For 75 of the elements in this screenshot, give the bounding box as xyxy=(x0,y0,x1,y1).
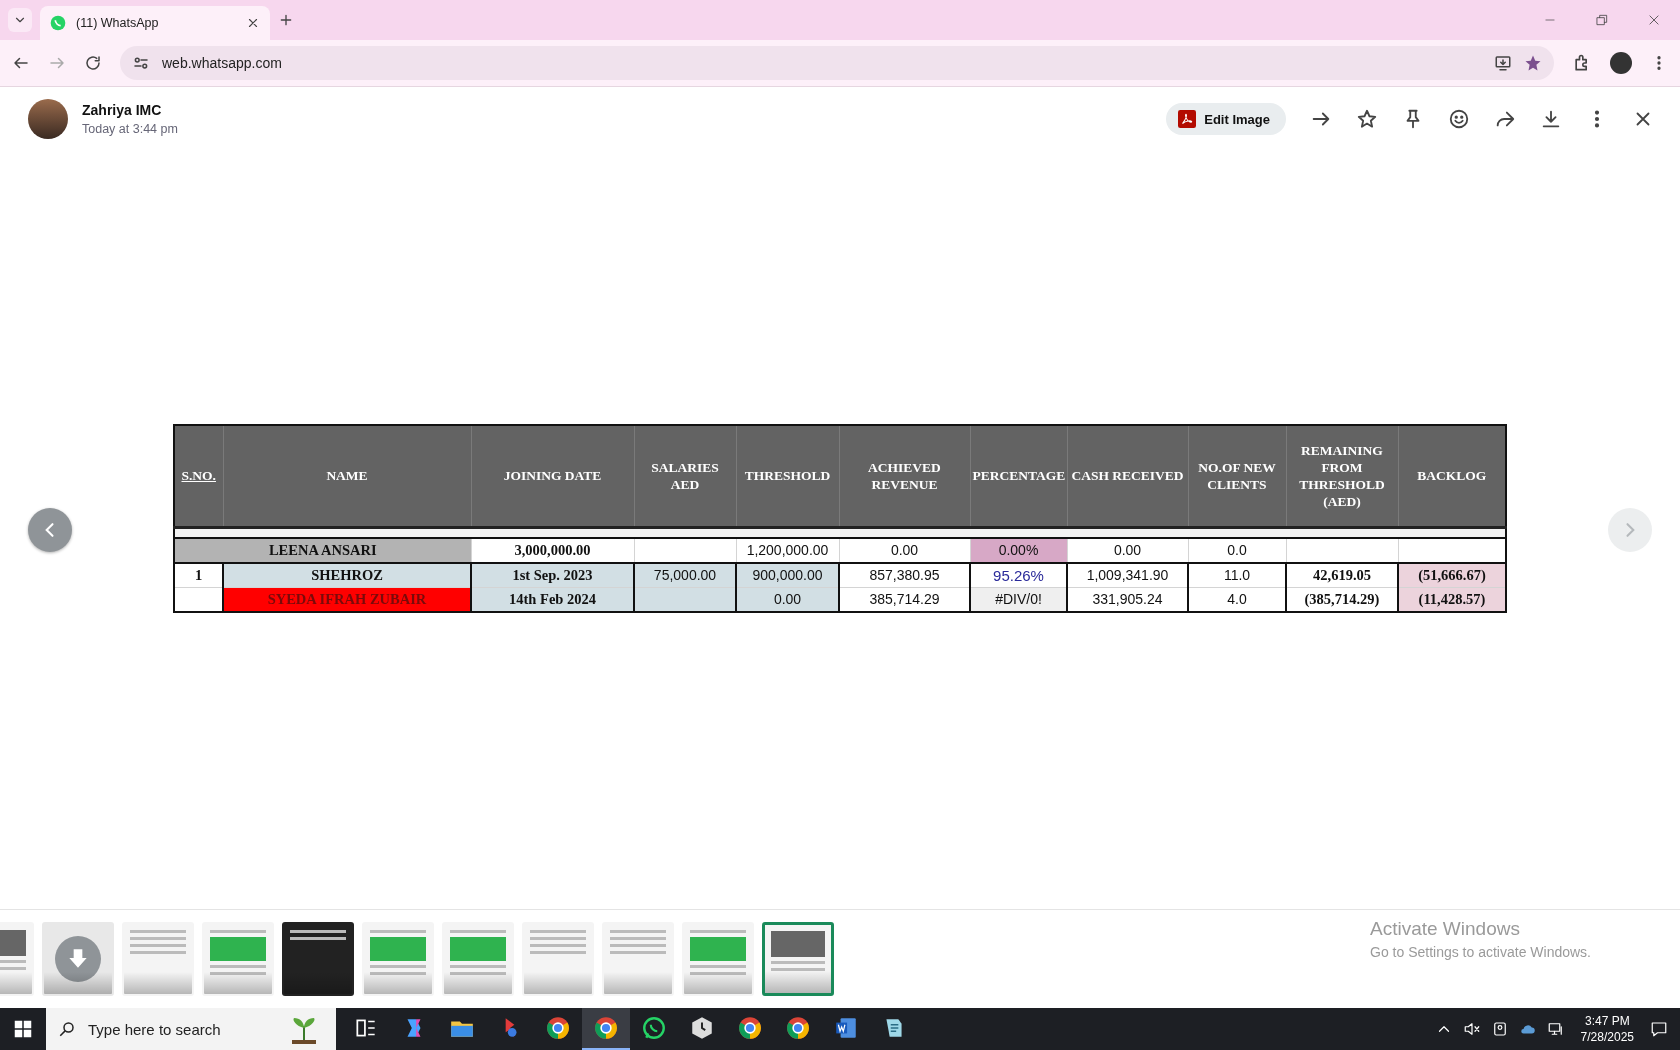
address-bar[interactable]: web.whatsapp.com xyxy=(120,46,1554,80)
sender-name: Zahriya IMC xyxy=(82,102,163,118)
taskbar-app-button[interactable] xyxy=(582,1008,630,1050)
image-thumbnail[interactable] xyxy=(282,922,354,996)
clock-date: 7/28/2025 xyxy=(1580,1029,1634,1045)
watermark-title: Activate Windows xyxy=(1370,918,1521,940)
column-header: PERCENTAGE xyxy=(970,424,1067,527)
chrome-icon xyxy=(593,1015,619,1041)
whatsapp-icon xyxy=(50,15,66,31)
plus-icon[interactable] xyxy=(278,12,294,28)
word-icon xyxy=(833,1015,859,1041)
message-time: Today at 3:44 pm xyxy=(82,122,178,136)
column-header: NO.OF NEW CLIENTS xyxy=(1188,424,1286,527)
watermark-subtitle: Go to Settings to activate Windows. xyxy=(1370,944,1591,960)
tab-search-button[interactable] xyxy=(8,8,32,32)
whatsapp-icon xyxy=(641,1015,667,1041)
image-thumbnail[interactable] xyxy=(122,922,194,996)
reload-icon[interactable] xyxy=(84,54,102,72)
contact-avatar xyxy=(28,99,68,139)
windows-icon xyxy=(14,1020,32,1038)
table-cell: 14th Feb 2024 xyxy=(471,587,634,612)
clock-time: 3:47 PM xyxy=(1584,1013,1630,1029)
network-icon[interactable] xyxy=(1546,1020,1565,1038)
table-cell: 1,009,341.90 xyxy=(1067,562,1188,587)
column-header: JOINING DATE xyxy=(471,424,634,527)
table-cell: #DIV/0! xyxy=(970,587,1067,612)
table-cell: SYEDA IFRAH ZUBAIR xyxy=(223,587,471,612)
column-header: CASH RECEIVED xyxy=(1067,424,1188,527)
table-cell: 900,000.00 xyxy=(736,562,839,587)
previous-button[interactable] xyxy=(28,508,72,552)
profile-avatar[interactable] xyxy=(1610,52,1632,74)
search-icon xyxy=(58,1020,76,1038)
download-icon[interactable] xyxy=(1540,108,1562,130)
table-cell: SHEHROZ xyxy=(223,562,471,587)
image-thumbnail[interactable] xyxy=(602,922,674,996)
column-header: ACHIEVED REVENUE xyxy=(839,424,970,527)
chrome-icon xyxy=(785,1015,811,1041)
taskbar-search-field[interactable]: Type here to search xyxy=(46,1008,336,1050)
column-header: S.NO. xyxy=(174,424,223,527)
star-icon[interactable] xyxy=(1524,54,1542,72)
table-cell: LEENA ANSARI xyxy=(174,537,471,563)
column-header: SALARIES AED xyxy=(634,424,736,527)
table-cell: (51,666.67) xyxy=(1398,562,1506,587)
table-cell: 857,380.95 xyxy=(839,562,970,587)
close-icon[interactable] xyxy=(246,16,260,30)
chrome-icon xyxy=(545,1015,571,1041)
clock-icon xyxy=(689,1015,715,1041)
download-thumbnail[interactable] xyxy=(42,922,114,996)
notification-icon[interactable] xyxy=(1650,1020,1668,1038)
browser-tab[interactable]: (11) WhatsApp xyxy=(40,6,270,40)
site-settings-icon[interactable] xyxy=(132,54,150,72)
speaker-muted-icon[interactable] xyxy=(1462,1020,1481,1038)
image-thumbnail[interactable] xyxy=(362,922,434,996)
edit-image-button[interactable]: Edit Image xyxy=(1166,103,1286,135)
table-cell: 0.00 xyxy=(736,587,839,612)
column-header: THRESHOLD xyxy=(736,424,839,527)
table-cell: 0.00% xyxy=(970,537,1067,563)
table-cell: 75,000.00 xyxy=(634,562,736,587)
star-icon[interactable] xyxy=(1356,108,1378,130)
taskbar-clock[interactable]: 3:47 PM 7/28/2025 xyxy=(1574,1013,1640,1045)
image-thumbnail[interactable] xyxy=(522,922,594,996)
image-thumbnail[interactable] xyxy=(682,922,754,996)
pdf-icon xyxy=(1178,110,1197,128)
column-header: BACKLOG xyxy=(1398,424,1506,527)
table-cell: (11,428.57) xyxy=(1398,587,1506,612)
table-cell: 11.0 xyxy=(1188,562,1286,587)
table-cell: 1st Sep. 2023 xyxy=(471,562,634,587)
image-thumbnail[interactable] xyxy=(762,922,834,996)
image-thumbnail[interactable] xyxy=(202,922,274,996)
column-header: REMAINING FROM THRESHOLD (AED) xyxy=(1286,424,1398,527)
chrome-icon xyxy=(737,1015,763,1041)
install-icon[interactable] xyxy=(1494,54,1512,72)
column-header: NAME xyxy=(223,424,471,527)
image-thumbnail[interactable] xyxy=(442,922,514,996)
smiley-icon[interactable] xyxy=(1448,108,1470,130)
